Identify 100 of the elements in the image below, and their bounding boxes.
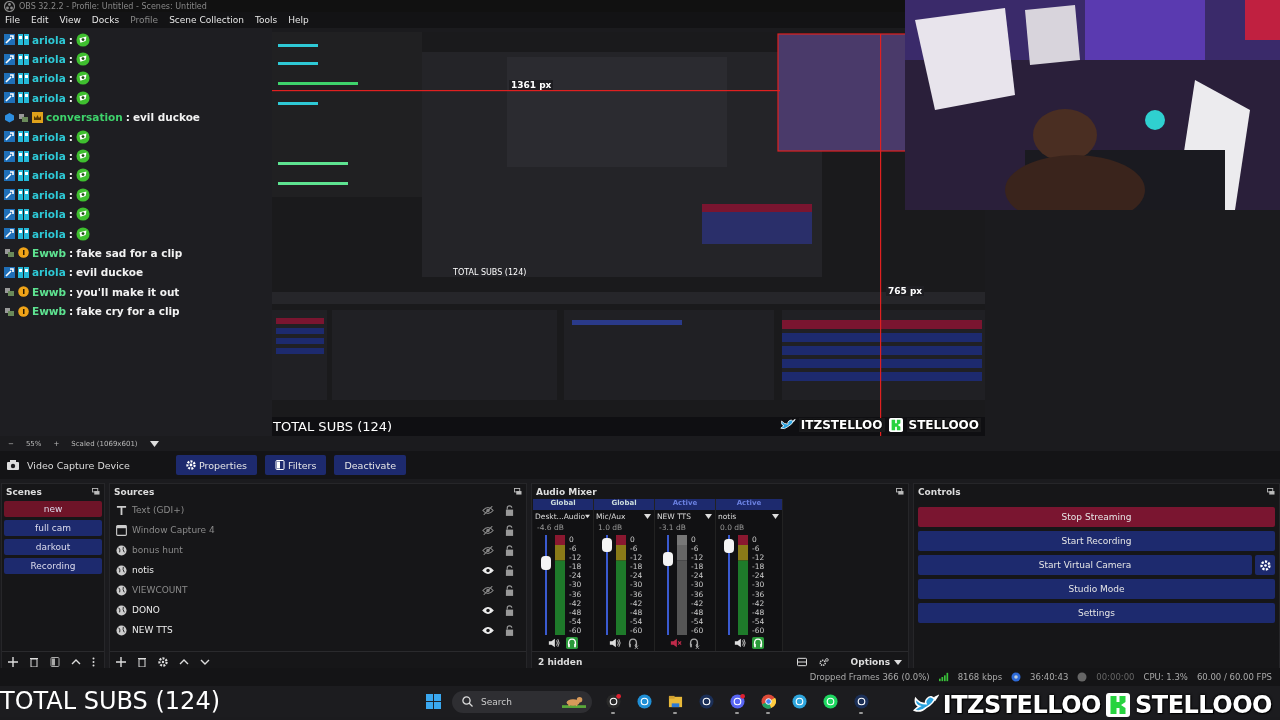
volume-slider[interactable]: [663, 535, 673, 635]
subscriber-badge-icon: [4, 286, 15, 298]
settings-button[interactable]: [1255, 555, 1275, 575]
menu-item[interactable]: Tools: [254, 15, 278, 25]
chat-username: ariola: [32, 208, 66, 221]
volume-slider[interactable]: [602, 535, 612, 635]
source-item[interactable]: Text (GDI+): [110, 500, 526, 520]
menu-item[interactable]: Scene Collection: [169, 15, 244, 25]
control-button[interactable]: Start Recording: [918, 531, 1275, 551]
menu-item[interactable]: Docks: [91, 15, 120, 25]
social-handle: ITZSTELLOO: [798, 418, 885, 432]
undock-icon[interactable]: [896, 488, 904, 495]
search-field[interactable]: Search: [452, 690, 592, 713]
caret-icon[interactable]: [585, 514, 590, 519]
menu-item[interactable]: File: [5, 15, 21, 25]
subscriber-badge-icon: [18, 111, 29, 123]
hidden-count[interactable]: 2 hidden: [538, 657, 583, 667]
control-button[interactable]: Studio Mode: [918, 579, 1275, 599]
menu-item[interactable]: View: [59, 15, 81, 25]
caret-icon[interactable]: [894, 659, 902, 665]
globe-icon: [116, 624, 127, 636]
lock-icon[interactable]: [505, 564, 514, 576]
source-item[interactable]: Window Capture 4: [110, 520, 526, 540]
chat-message: evil duckoe: [132, 111, 200, 124]
headphones-icon[interactable]: [566, 637, 578, 649]
add-icon[interactable]: [8, 657, 18, 667]
caret-icon[interactable]: [705, 514, 712, 519]
lock-icon[interactable]: [505, 504, 514, 516]
source-item[interactable]: notis: [110, 560, 526, 580]
caret-icon[interactable]: [149, 440, 159, 447]
lock-icon[interactable]: [505, 604, 514, 616]
speaker-icon[interactable]: [734, 637, 746, 649]
more-icon[interactable]: [92, 657, 95, 667]
source-item[interactable]: NEW TTS: [110, 620, 526, 640]
scene-item[interactable]: Recording: [4, 558, 102, 574]
control-button[interactable]: Stop Streaming: [918, 507, 1275, 527]
globe-icon: [116, 604, 127, 616]
trash-icon[interactable]: [29, 657, 39, 667]
chat-separator: :: [69, 285, 74, 298]
headphones-icon[interactable]: [688, 637, 700, 649]
coin-badge-icon: [18, 286, 29, 298]
lock-icon[interactable]: [505, 544, 514, 556]
chat-separator: :: [68, 72, 73, 85]
emote-icon: [75, 149, 90, 164]
slider-thumb[interactable]: [541, 555, 551, 570]
undock-icon[interactable]: [92, 488, 100, 495]
headphones-icon[interactable]: [627, 637, 639, 649]
add-icon[interactable]: [116, 657, 126, 667]
toolbar-button[interactable]: Filters: [264, 455, 327, 475]
cpu-usage: CPU: 1.3%: [1143, 672, 1188, 682]
slider-thumb[interactable]: [724, 539, 734, 554]
menu-item[interactable]: Help: [288, 15, 309, 25]
scene-item[interactable]: darkout: [4, 539, 102, 555]
bird-icon: [779, 418, 796, 432]
slider-thumb[interactable]: [602, 537, 612, 552]
options-dropdown[interactable]: Options: [850, 657, 902, 667]
lock-icon[interactable]: [505, 524, 514, 536]
scene-item[interactable]: full cam: [4, 520, 102, 536]
dock-title: Audio Mixer: [536, 486, 597, 497]
caret-icon[interactable]: [644, 514, 651, 519]
wrench-badge-icon: [4, 208, 15, 220]
height-guide-label: 765 px: [886, 286, 925, 296]
wrench-badge-icon: [4, 72, 15, 84]
source-item[interactable]: bonus hunt: [110, 540, 526, 560]
lock-icon[interactable]: [505, 584, 514, 596]
chat-separator: :: [68, 91, 73, 104]
advanced-settings-icon[interactable]: [818, 657, 829, 667]
move-down-icon[interactable]: [200, 657, 210, 667]
volume-slider[interactable]: [724, 535, 734, 635]
toolbar-button[interactable]: Properties: [175, 455, 257, 475]
source-item[interactable]: VIEWCOUNT: [110, 580, 526, 600]
split-badge-icon: [18, 53, 29, 65]
control-button[interactable]: Start Virtual Camera: [918, 555, 1252, 575]
filter-icon[interactable]: [50, 657, 60, 667]
scene-item[interactable]: new: [4, 501, 102, 517]
chat-separator: :: [68, 227, 73, 240]
dock-title: Scenes: [6, 486, 42, 497]
settings-icon: [1259, 559, 1271, 571]
control-button[interactable]: Settings: [918, 603, 1275, 623]
headphones-icon[interactable]: [752, 637, 764, 649]
slider-thumb[interactable]: [663, 552, 673, 567]
move-up-icon[interactable]: [179, 657, 189, 667]
undock-icon[interactable]: [514, 488, 522, 495]
trash-icon[interactable]: [137, 657, 147, 667]
settings-icon[interactable]: [158, 657, 168, 667]
start-icon[interactable]: [426, 694, 441, 709]
layout-icon[interactable]: [796, 657, 807, 667]
caret-icon[interactable]: [772, 514, 779, 519]
lock-icon[interactable]: [505, 624, 514, 636]
speaker-icon[interactable]: [609, 637, 621, 649]
chat-username: ariola: [32, 227, 66, 240]
undock-icon[interactable]: [1267, 488, 1275, 495]
source-item[interactable]: DONO: [110, 600, 526, 620]
toolbar-button[interactable]: Deactivate: [334, 455, 406, 475]
source-name: bonus hunt: [132, 545, 184, 555]
menu-item[interactable]: Edit: [31, 15, 49, 25]
chat-separator: :: [68, 33, 73, 46]
speaker-icon[interactable]: [548, 637, 560, 649]
move-up-icon[interactable]: [71, 657, 81, 667]
volume-slider[interactable]: [541, 535, 551, 635]
